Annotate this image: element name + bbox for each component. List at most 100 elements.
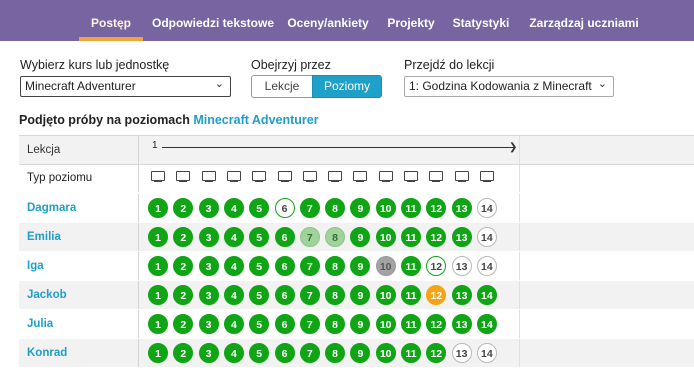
student-name[interactable]: Jackob — [19, 281, 139, 309]
level-bubble[interactable]: 4 — [223, 285, 244, 305]
level-bubble[interactable]: 6 — [274, 256, 295, 276]
level-bubble[interactable]: 3 — [198, 227, 219, 247]
tab-assessments-surveys[interactable]: Oceny/ankiety — [283, 0, 373, 41]
level-bubble[interactable]: 10 — [375, 227, 396, 247]
tab-text-responses[interactable]: Odpowiedzi tekstowe — [148, 0, 278, 41]
level-bubble[interactable]: 14 — [476, 256, 497, 276]
level-bubble[interactable]: 3 — [198, 314, 219, 334]
level-bubble[interactable]: 4 — [223, 227, 244, 247]
level-bubble[interactable]: 7 — [299, 227, 320, 247]
level-bubble[interactable]: 11 — [401, 314, 421, 334]
level-bubble[interactable]: 6 — [274, 314, 295, 334]
student-name[interactable]: Konrad — [19, 339, 139, 367]
level-bubble[interactable]: 10 — [375, 314, 396, 334]
level-bubble[interactable]: 12 — [426, 227, 447, 247]
level-bubble[interactable]: 2 — [173, 285, 194, 305]
level-bubble[interactable]: 13 — [451, 227, 472, 247]
level-bubble[interactable]: 12 — [426, 314, 447, 334]
level-bubble[interactable]: 13 — [451, 256, 472, 276]
level-bubble[interactable]: 12 — [426, 256, 447, 276]
level-bubble[interactable]: 6 — [274, 343, 295, 363]
level-bubble[interactable]: 4 — [223, 256, 244, 276]
level-bubble[interactable]: 9 — [350, 314, 371, 334]
level-bubble[interactable]: 8 — [325, 198, 346, 218]
level-bubble[interactable]: 13 — [451, 314, 472, 334]
level-bubble[interactable]: 14 — [476, 198, 497, 218]
level-bubble[interactable]: 4 — [223, 198, 244, 218]
student-name[interactable]: Emilia — [19, 223, 139, 251]
level-bubble[interactable]: 2 — [173, 198, 194, 218]
level-bubble[interactable]: 11 — [401, 256, 421, 276]
level-bubble[interactable]: 2 — [173, 343, 194, 363]
level-bubble[interactable]: 1 — [148, 343, 168, 363]
level-bubble[interactable]: 5 — [249, 256, 270, 276]
level-bubble[interactable]: 1 — [148, 227, 168, 247]
level-bubble[interactable]: 6 — [274, 227, 295, 247]
level-bubble[interactable]: 14 — [476, 314, 497, 334]
level-bubble[interactable]: 9 — [350, 285, 371, 305]
level-bubble[interactable]: 14 — [476, 343, 497, 363]
level-bubble[interactable]: 10 — [375, 198, 396, 218]
level-bubble[interactable]: 7 — [299, 256, 320, 276]
level-bubble[interactable]: 8 — [325, 256, 346, 276]
level-bubble[interactable]: 12 — [426, 198, 447, 218]
level-bubble[interactable]: 12 — [426, 285, 447, 305]
level-bubble[interactable]: 9 — [350, 343, 371, 363]
level-bubble[interactable]: 13 — [451, 343, 472, 363]
tab-progress[interactable]: Postęp — [79, 0, 143, 41]
level-bubble[interactable]: 7 — [299, 314, 320, 334]
level-bubble[interactable]: 3 — [198, 343, 219, 363]
level-bubble[interactable]: 13 — [451, 285, 472, 305]
student-name[interactable]: Julia — [19, 310, 139, 338]
level-bubble[interactable]: 10 — [375, 256, 396, 276]
level-bubble[interactable]: 6 — [274, 285, 295, 305]
level-bubble[interactable]: 7 — [299, 198, 320, 218]
student-name[interactable]: Iga — [19, 252, 139, 280]
level-bubble[interactable]: 2 — [173, 314, 194, 334]
heading-course-link[interactable]: Minecraft Adventurer — [193, 113, 318, 127]
level-bubble[interactable]: 5 — [249, 343, 270, 363]
view-lessons-button[interactable]: Lekcje — [251, 75, 312, 98]
level-bubble[interactable]: 3 — [198, 256, 219, 276]
level-bubble[interactable]: 11 — [401, 285, 421, 305]
level-bubble[interactable]: 9 — [350, 227, 371, 247]
level-bubble[interactable]: 5 — [249, 314, 270, 334]
level-bubble[interactable]: 7 — [299, 343, 320, 363]
level-bubble[interactable]: 14 — [476, 227, 497, 247]
tab-manage-students[interactable]: Zarządzaj uczniami — [528, 0, 640, 41]
tab-projects[interactable]: Projekty — [381, 0, 441, 41]
level-bubble[interactable]: 11 — [401, 343, 421, 363]
level-bubble[interactable]: 5 — [249, 227, 270, 247]
tab-statistics[interactable]: Statystyki — [450, 0, 512, 41]
level-bubble[interactable]: 2 — [173, 256, 194, 276]
level-bubble[interactable]: 5 — [249, 198, 270, 218]
level-bubble[interactable]: 1 — [148, 198, 168, 218]
level-bubble[interactable]: 1 — [148, 256, 168, 276]
level-bubble[interactable]: 4 — [223, 343, 244, 363]
level-bubble[interactable]: 9 — [350, 198, 371, 218]
level-bubble[interactable]: 10 — [375, 285, 396, 305]
lesson-number[interactable]: 1 — [152, 140, 158, 151]
level-bubble[interactable]: 11 — [401, 198, 421, 218]
level-bubble[interactable]: 14 — [476, 285, 497, 305]
level-bubble[interactable]: 9 — [350, 256, 371, 276]
level-bubble[interactable]: 6 — [274, 198, 295, 218]
level-bubble[interactable]: 1 — [148, 314, 168, 334]
jump-to-lesson-select[interactable]: 1: Godzina Kodowania z Minecraft ⌄ — [404, 76, 614, 97]
level-bubble[interactable]: 13 — [451, 198, 472, 218]
level-bubble[interactable]: 8 — [325, 343, 346, 363]
level-bubble[interactable]: 10 — [375, 343, 396, 363]
level-bubble[interactable]: 11 — [401, 227, 421, 247]
level-bubble[interactable]: 3 — [198, 285, 219, 305]
student-name[interactable]: Dagmara — [19, 194, 139, 222]
level-bubble[interactable]: 8 — [325, 227, 346, 247]
course-select[interactable]: Minecraft Adventurer ⌄ — [20, 76, 231, 97]
level-bubble[interactable]: 12 — [426, 343, 447, 363]
level-bubble[interactable]: 4 — [223, 314, 244, 334]
level-bubble[interactable]: 5 — [249, 285, 270, 305]
level-bubble[interactable]: 8 — [325, 314, 346, 334]
level-bubble[interactable]: 8 — [325, 285, 346, 305]
level-bubble[interactable]: 1 — [148, 285, 168, 305]
level-bubble[interactable]: 7 — [299, 285, 320, 305]
level-bubble[interactable]: 3 — [198, 198, 219, 218]
